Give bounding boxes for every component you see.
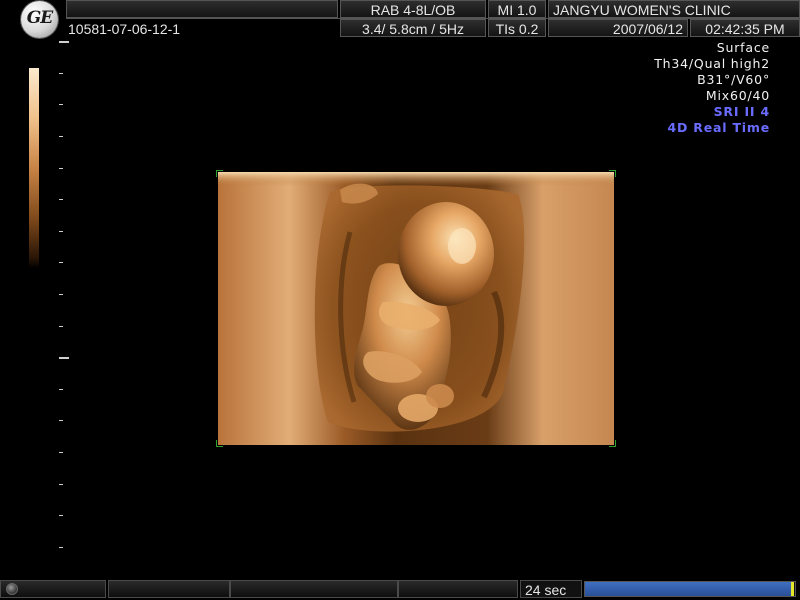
param-angles: B31°/V60° [697, 72, 770, 87]
clinic-name: JANGYU WOMEN'S CLINIC [548, 0, 800, 18]
patient-id: 10581-07-06-12-1 [68, 21, 181, 37]
header-blank-field [66, 0, 338, 18]
crop-corner [216, 440, 223, 447]
depth-tick [59, 389, 63, 390]
tis-readout: TIs 0.2 [488, 19, 546, 37]
crop-corner [216, 170, 223, 177]
depth-tick [59, 357, 69, 359]
cine-progress-bar[interactable] [584, 581, 796, 597]
depth-tick [59, 515, 63, 516]
exam-date: 2007/06/12 [548, 19, 688, 37]
depth-tick [59, 199, 63, 200]
depth-tick [59, 262, 63, 263]
param-render-mode: Surface [716, 40, 770, 55]
imaging-parameters: Surface Th34/Qual high2 B31°/V60° Mix60/… [654, 40, 770, 136]
depth-tick [59, 104, 63, 105]
crop-corner [609, 170, 616, 177]
footer-control-segment[interactable] [108, 580, 230, 598]
mi-readout: MI 1.0 [488, 0, 546, 18]
depth-tick [59, 294, 63, 295]
param-mix: Mix60/40 [705, 88, 770, 103]
depth-tick [59, 420, 63, 421]
depth-tick [59, 547, 63, 548]
depth-frequency: 3.4/ 5.8cm / 5Hz [340, 19, 486, 37]
cine-time-readout: 24 sec [520, 580, 582, 598]
ultrasound-screen: GE RAB 4-8L/OB MI 1.0 JANGYU WOMEN'S CLI… [0, 0, 800, 600]
trackball-icon [6, 583, 18, 595]
exam-time: 02:42:35 PM [690, 19, 800, 37]
ge-logo-icon: GE [0, 0, 66, 38]
logo-badge: GE [21, 1, 58, 38]
footer-control-segment[interactable] [398, 580, 518, 598]
depth-tick [59, 168, 63, 169]
cine-progress-fill [585, 582, 791, 596]
depth-tick [59, 41, 69, 43]
depth-tick [59, 231, 63, 232]
footer-control-segment[interactable] [230, 580, 398, 598]
depth-tick [59, 73, 63, 74]
cine-position-marker[interactable] [791, 582, 794, 596]
logo-text: GE [26, 8, 53, 28]
depth-tick [59, 326, 63, 327]
gray-map-bar [29, 68, 39, 268]
depth-tick [59, 452, 63, 453]
fetal-render-svg [218, 172, 614, 445]
param-sri: SRI II 4 [713, 104, 770, 119]
depth-tick [59, 136, 63, 137]
param-4d-mode: 4D Real Time [667, 120, 770, 135]
probe-label: RAB 4-8L/OB [340, 0, 486, 18]
volume-render-image [216, 170, 616, 447]
depth-tick [59, 484, 63, 485]
param-threshold-quality: Th34/Qual high2 [654, 56, 770, 71]
crop-corner [609, 440, 616, 447]
